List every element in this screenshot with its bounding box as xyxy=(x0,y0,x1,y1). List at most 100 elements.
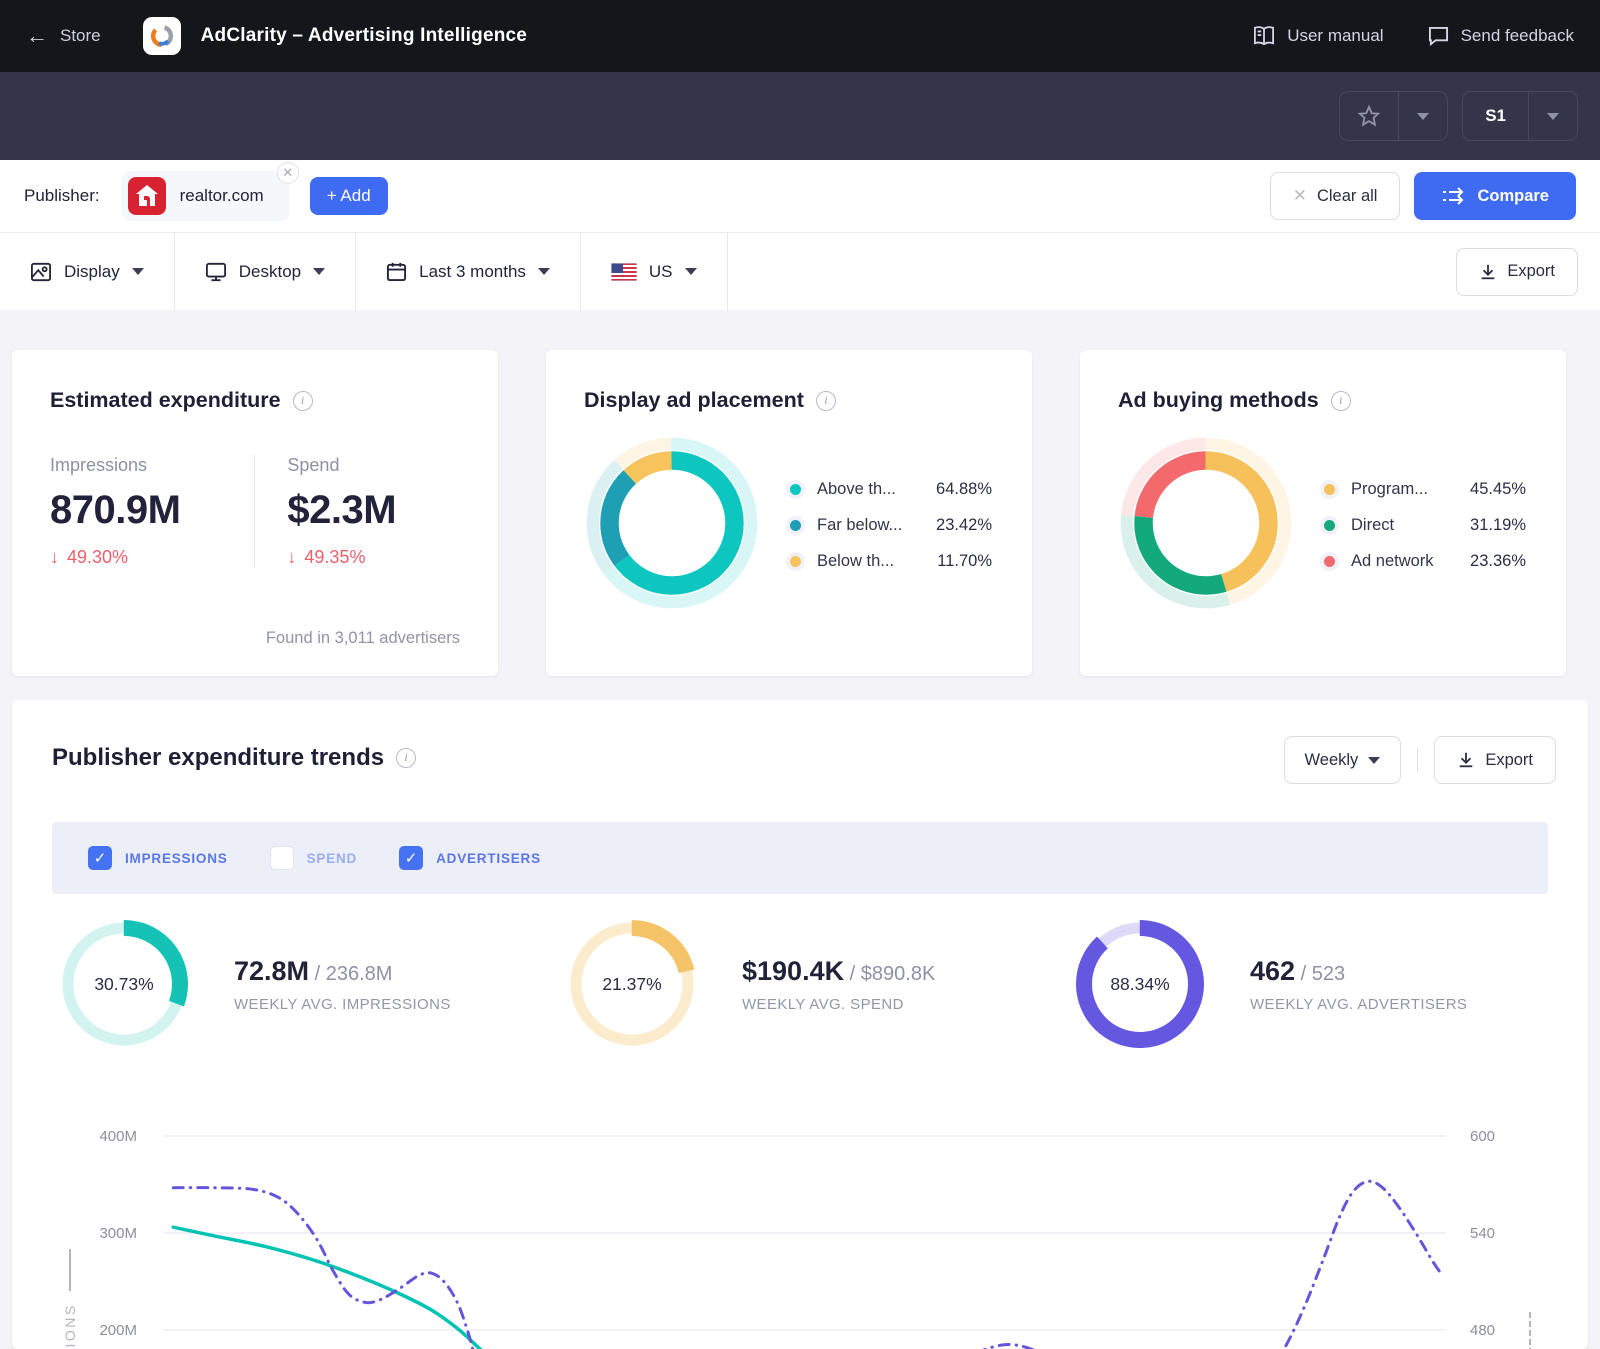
down-arrow-icon: ↓ xyxy=(287,547,296,568)
chevron-down-icon xyxy=(1417,113,1429,120)
stat-value: 72.8M xyxy=(234,956,309,986)
toggle-label: SPEND xyxy=(307,851,358,866)
trends-export-button[interactable]: Export xyxy=(1434,736,1556,784)
ad-type-label: Display xyxy=(64,262,120,282)
chevron-down-icon xyxy=(1547,113,1559,120)
export-button[interactable]: Export xyxy=(1456,248,1578,296)
stat-total: 236.8M xyxy=(309,963,392,985)
advertisers-toggle[interactable]: ✓ ADVERTISERS xyxy=(399,846,541,870)
add-publisher-button[interactable]: + Add xyxy=(310,177,388,215)
compare-arrows-icon xyxy=(1441,186,1467,206)
ring-percent: 21.37% xyxy=(560,912,704,1056)
weekly-avg-advertisers-stat: 88.34% 462523 WEEKLY AVG. ADVERTISERS xyxy=(1068,912,1467,1056)
user-manual-button[interactable]: User manual xyxy=(1253,26,1383,46)
desktop-icon xyxy=(205,262,227,282)
legend-item[interactable]: Above th... 64.88% xyxy=(790,480,992,499)
compare-button[interactable]: Compare xyxy=(1414,172,1576,220)
publisher-expenditure-trends-card: Publisher expenditure trends i Weekly Ex… xyxy=(12,700,1588,1349)
adclarity-logo-icon xyxy=(143,17,181,55)
legend-value: 11.70% xyxy=(937,552,992,571)
profile-dropdown-button[interactable] xyxy=(1528,92,1577,140)
store-back-button[interactable]: ← Store xyxy=(26,23,101,49)
info-icon[interactable]: i xyxy=(396,748,416,768)
filter-bar: Display Desktop Last 3 months US xyxy=(0,232,1600,310)
display-ad-placement-card: Display ad placement i Above th... 64.88… xyxy=(546,350,1032,676)
card-title: Ad buying methods xyxy=(1118,388,1319,413)
publisher-bar: Publisher: realtor.com ✕ + Add ✕ Clear a… xyxy=(0,160,1600,232)
impressions-value: 870.9M xyxy=(50,488,254,533)
advertisers-found-note: Found in 3,011 advertisers xyxy=(266,629,460,648)
stat-total: $890.8K xyxy=(844,963,935,985)
favorite-dropdown-button[interactable] xyxy=(1398,92,1447,140)
legend-item[interactable]: Direct 31.19% xyxy=(1324,516,1526,535)
spend-toggle[interactable]: ✓ SPEND xyxy=(270,846,358,870)
ad-placement-donut-chart[interactable] xyxy=(584,435,760,616)
toggle-label: IMPRESSIONS xyxy=(125,851,228,866)
legend-item[interactable]: Program... 45.45% xyxy=(1324,480,1526,499)
clear-x-icon: ✕ xyxy=(1293,186,1307,206)
checkbox-icon: ✓ xyxy=(270,846,294,870)
legend-label: Program... xyxy=(1351,480,1428,499)
export-label: Export xyxy=(1485,751,1533,770)
device-filter[interactable]: Desktop xyxy=(175,249,355,295)
interval-label: Weekly xyxy=(1305,751,1359,770)
send-feedback-button[interactable]: Send feedback xyxy=(1428,26,1574,46)
card-title: Display ad placement xyxy=(584,388,804,413)
impressions-label: Impressions xyxy=(50,455,254,476)
legend-dot xyxy=(790,520,801,531)
estimated-expenditure-card: Estimated expenditure i Impressions 870.… xyxy=(12,350,498,676)
publisher-chip-label: realtor.com xyxy=(180,186,264,206)
info-icon[interactable]: i xyxy=(816,391,836,411)
ad-buying-donut-chart[interactable] xyxy=(1118,435,1294,616)
profile-s1-button[interactable]: S1 xyxy=(1463,92,1528,140)
spend-value: $2.3M xyxy=(287,488,460,533)
stat-caption: WEEKLY AVG. IMPRESSIONS xyxy=(234,996,451,1013)
left-axis-title: IMPRESSIONS xyxy=(62,1249,78,1349)
chip-close-icon[interactable]: ✕ xyxy=(277,162,299,184)
user-manual-label: User manual xyxy=(1287,26,1383,46)
interval-dropdown[interactable]: Weekly xyxy=(1284,736,1402,784)
country-filter[interactable]: US xyxy=(581,249,727,295)
stat-value: $190.4K xyxy=(742,956,844,986)
legend-item[interactable]: Below th... 11.70% xyxy=(790,552,992,571)
book-icon xyxy=(1253,26,1275,46)
stat-caption: WEEKLY AVG. ADVERTISERS xyxy=(1250,996,1467,1013)
back-arrow-icon: ← xyxy=(26,23,48,49)
impressions-toggle[interactable]: ✓ IMPRESSIONS xyxy=(88,846,228,870)
stat-caption: WEEKLY AVG. SPEND xyxy=(742,996,935,1013)
publisher-label: Publisher: xyxy=(24,186,100,206)
favorite-button-group xyxy=(1339,91,1448,141)
spend-label: Spend xyxy=(287,455,460,476)
legend-value: 23.42% xyxy=(936,516,992,535)
clear-all-button[interactable]: ✕ Clear all xyxy=(1270,172,1401,220)
info-icon[interactable]: i xyxy=(1331,391,1351,411)
display-image-icon xyxy=(30,262,52,282)
chevron-down-icon xyxy=(538,268,550,275)
date-range-filter[interactable]: Last 3 months xyxy=(356,249,580,295)
ad-buying-methods-card: Ad buying methods i Program... 45.45% Di… xyxy=(1080,350,1566,676)
checkbox-icon: ✓ xyxy=(399,846,423,870)
down-arrow-icon: ↓ xyxy=(50,547,59,568)
download-icon xyxy=(1457,751,1475,769)
add-label: + Add xyxy=(327,186,371,206)
impressions-change: 49.30% xyxy=(67,547,128,568)
chevron-down-icon xyxy=(1368,757,1380,764)
top-app-bar: ← Store AdClarity – Advertising Intellig… xyxy=(0,0,1600,72)
favorite-star-button[interactable] xyxy=(1340,92,1398,140)
info-icon[interactable]: i xyxy=(293,391,313,411)
publisher-chip-realtor[interactable]: realtor.com ✕ xyxy=(122,171,290,221)
clear-all-label: Clear all xyxy=(1317,187,1378,206)
legend-dot xyxy=(1324,520,1335,531)
country-label: US xyxy=(649,262,673,282)
legend-item[interactable]: Far below... 23.42% xyxy=(790,516,992,535)
legend-dot xyxy=(790,484,801,495)
chevron-down-icon xyxy=(132,268,144,275)
ad-type-filter[interactable]: Display xyxy=(0,249,174,295)
ring-percent: 88.34% xyxy=(1068,912,1212,1056)
toggle-label: ADVERTISERS xyxy=(436,851,541,866)
compare-label: Compare xyxy=(1477,187,1549,206)
trend-line-chart[interactable]: 400M600300M540200M480 IMPRESSIONS ADVERT… xyxy=(12,1080,1588,1349)
divider xyxy=(1417,748,1418,772)
legend-item[interactable]: Ad network 23.36% xyxy=(1324,552,1526,571)
profile-label: S1 xyxy=(1485,106,1506,126)
